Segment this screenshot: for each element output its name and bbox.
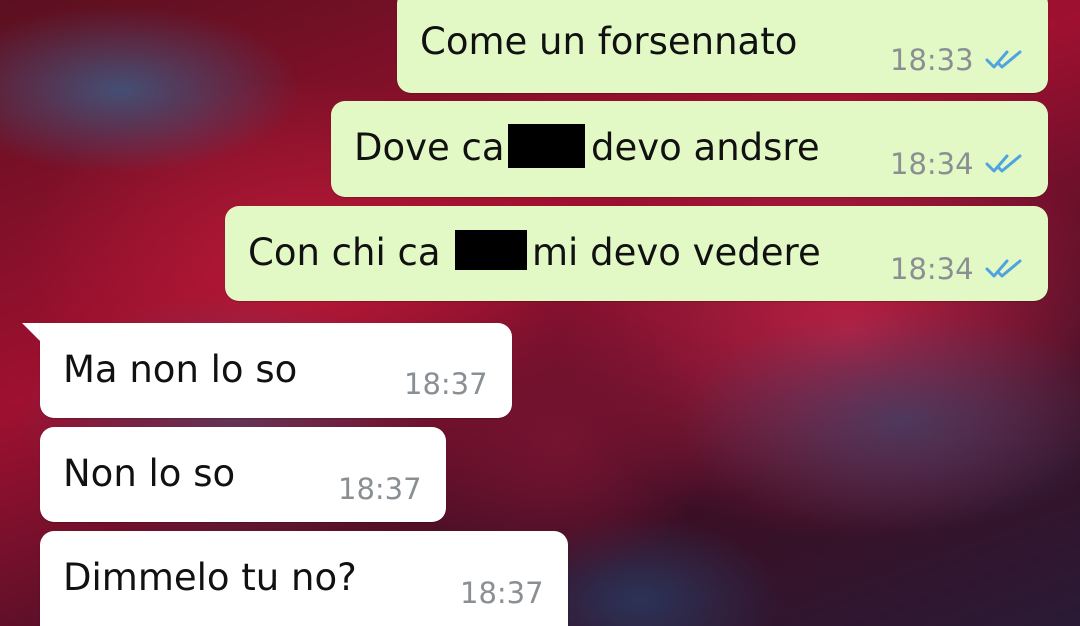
double-check-icon bbox=[985, 50, 1022, 69]
message-text: Come un forsennato bbox=[420, 20, 798, 63]
message-text-end: devo andsre bbox=[591, 126, 820, 169]
double-check-icon bbox=[985, 154, 1022, 173]
message-text-end: mi devo vedere bbox=[532, 231, 821, 274]
message-text: Non lo so bbox=[63, 452, 236, 495]
message-bubble-outgoing[interactable]: Con chi ca mi devo vedere 18:34 bbox=[225, 206, 1048, 301]
message-text-start: Dove ca bbox=[354, 126, 505, 169]
double-check-icon bbox=[985, 259, 1022, 278]
message-bubble-incoming[interactable]: Dimmelo tu no? 18:37 bbox=[40, 531, 568, 626]
redaction-bar bbox=[508, 124, 585, 168]
message-bubble-outgoing[interactable]: Dove ca devo andsre 18:34 bbox=[331, 101, 1048, 197]
message-time: 18:37 bbox=[460, 576, 544, 610]
message-time: 18:34 bbox=[890, 252, 974, 286]
message-text-start: Con chi ca bbox=[248, 231, 441, 274]
redaction-bar bbox=[455, 230, 527, 270]
message-text: Ma non lo so bbox=[63, 348, 298, 391]
message-bubble-incoming[interactable]: Ma non lo so 18:37 bbox=[40, 323, 512, 418]
message-time: 18:37 bbox=[404, 367, 488, 401]
message-bubble-incoming[interactable]: Non lo so 18:37 bbox=[40, 427, 446, 522]
message-time: 18:33 bbox=[890, 43, 974, 77]
message-text: Dimmelo tu no? bbox=[63, 556, 357, 599]
message-time: 18:37 bbox=[338, 472, 422, 506]
message-bubble-outgoing[interactable]: Come un forsennato 18:33 bbox=[397, 0, 1048, 93]
message-time: 18:34 bbox=[890, 147, 974, 181]
